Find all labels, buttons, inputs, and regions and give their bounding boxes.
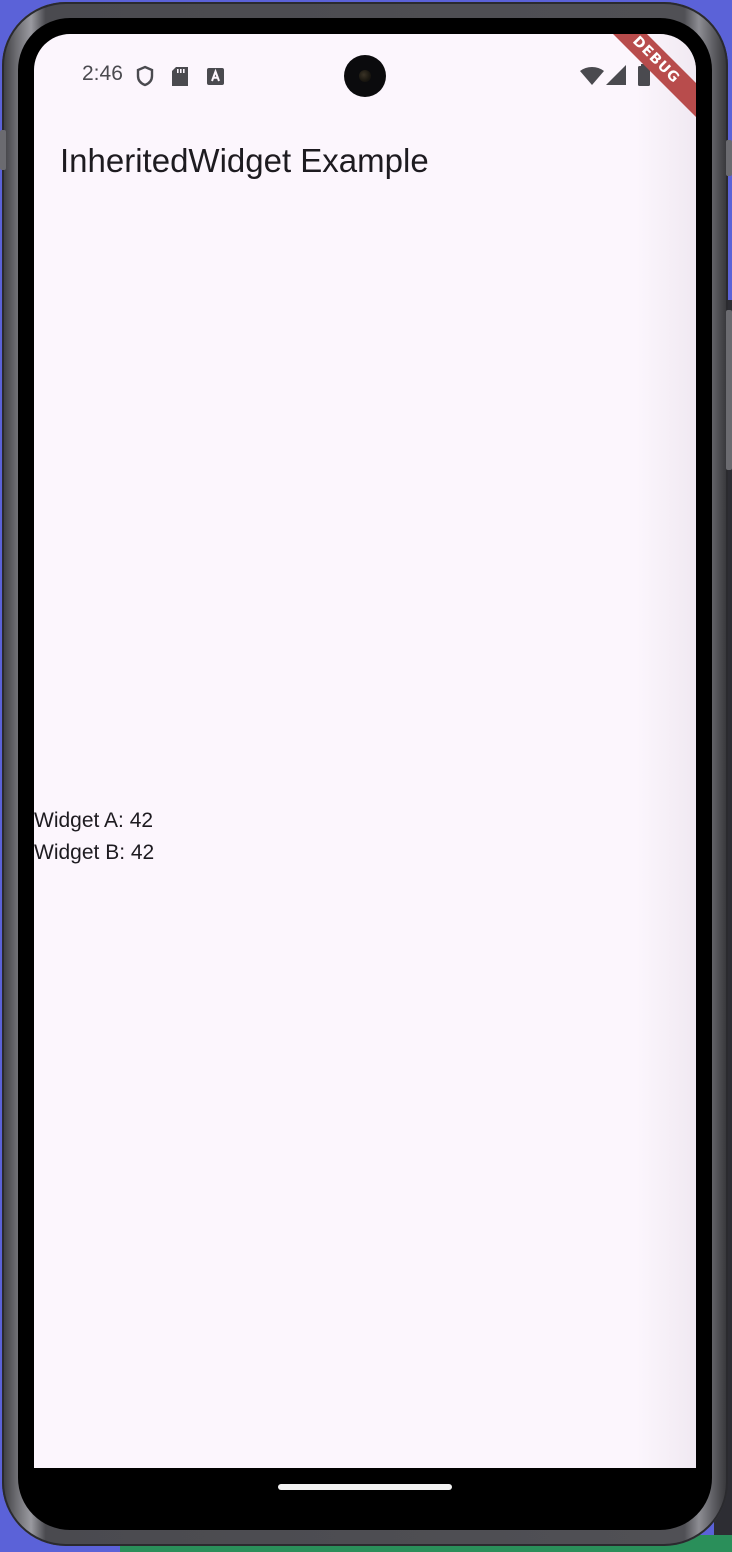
status-bar: 2:46 xyxy=(34,34,696,118)
signal-icon xyxy=(606,65,626,89)
shield-icon xyxy=(135,65,155,91)
sd-card-icon xyxy=(172,67,188,90)
status-time: 2:46 xyxy=(82,62,123,85)
navigation-bar xyxy=(34,1468,696,1506)
widget-a-text: Widget A: 42 xyxy=(34,809,154,832)
page-title: InheritedWidget Example xyxy=(60,142,429,179)
front-camera xyxy=(344,55,386,97)
widget-b-text: Widget B: 42 xyxy=(34,841,155,864)
camera-lens xyxy=(359,70,371,82)
screen-edge-shade xyxy=(636,34,696,1468)
phone-volume-button xyxy=(726,310,732,470)
a-badge-icon xyxy=(207,68,224,89)
phone-power-button xyxy=(726,140,732,176)
device-screen: 2:46 DEBUG InheritedWidget Example Widge… xyxy=(34,34,696,1468)
home-indicator[interactable] xyxy=(278,1484,452,1490)
phone-side-button xyxy=(0,130,6,170)
wifi-icon xyxy=(580,67,604,89)
app-bar: InheritedWidget Example xyxy=(34,118,696,206)
